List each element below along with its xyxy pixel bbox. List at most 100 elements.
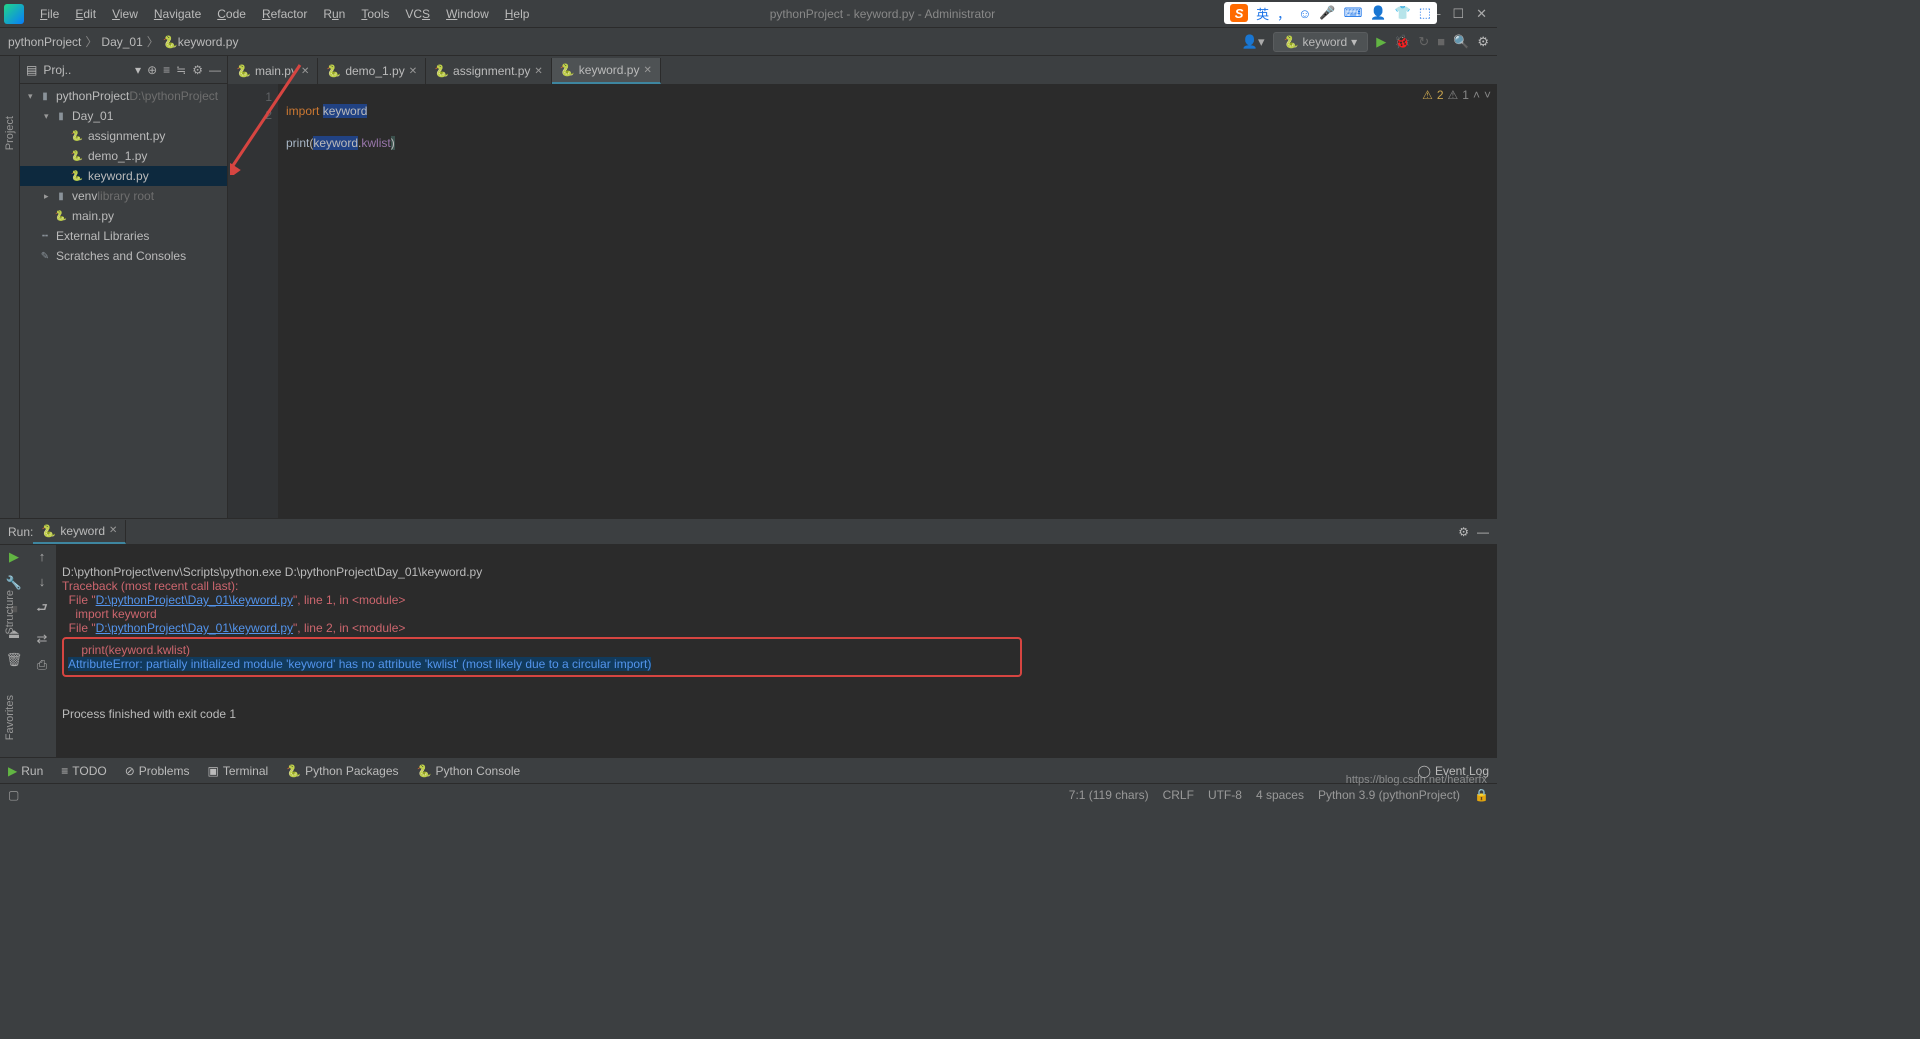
- favorites-tool-button[interactable]: Favorites: [4, 695, 16, 740]
- menu-code[interactable]: Code: [209, 5, 254, 23]
- run-button[interactable]: ▶: [1376, 34, 1386, 50]
- tree-item-pythonproject[interactable]: ▾▮pythonProject D:\pythonProject: [20, 86, 227, 106]
- lock-icon[interactable]: 🔒: [1474, 788, 1489, 802]
- tree-item-venv[interactable]: ▸▮venv library root: [20, 186, 227, 206]
- ime-keyboard-icon[interactable]: ⌨: [1344, 5, 1363, 21]
- status-widgets-icon[interactable]: ▢: [8, 788, 19, 802]
- gear-icon[interactable]: ⚙: [1458, 525, 1469, 539]
- close-icon[interactable]: ✕: [1476, 6, 1487, 22]
- ime-emoji-icon[interactable]: ☺: [1298, 6, 1311, 21]
- ime-toolbar[interactable]: S 英 ， ☺ 🎤 ⌨ 👤 👕 ⬚: [1224, 2, 1437, 24]
- menu-edit[interactable]: Edit: [67, 5, 104, 23]
- chevron-down-icon: ▾: [1351, 35, 1357, 49]
- close-icon[interactable]: ✕: [534, 66, 542, 77]
- close-icon[interactable]: ✕: [109, 525, 117, 536]
- tree-item-day_01[interactable]: ▾▮Day_01: [20, 106, 227, 126]
- editor-tab-demo_1-py[interactable]: 🐍demo_1.py✕: [318, 58, 426, 84]
- nav-up-icon[interactable]: ˄: [1473, 88, 1480, 102]
- debug-button[interactable]: 🐞: [1394, 34, 1410, 50]
- left-tool-stripe: Project Structure Favorites: [0, 56, 20, 518]
- print-icon[interactable]: ⎙: [37, 657, 47, 673]
- project-tool-button[interactable]: Project: [4, 116, 16, 150]
- problems-tool-tab[interactable]: ⊘Problems: [125, 764, 190, 778]
- run-label: Run:: [8, 525, 33, 539]
- editor-tab-main-py[interactable]: 🐍main.py✕: [228, 58, 318, 84]
- breadcrumb-file[interactable]: keyword.py: [178, 35, 239, 49]
- indent-setting[interactable]: 4 spaces: [1256, 788, 1304, 802]
- navigation-bar: pythonProject〉 Day_01〉 🐍 keyword.py 👤▾ 🐍…: [0, 28, 1497, 56]
- close-icon[interactable]: ✕: [643, 65, 651, 76]
- tree-item-scratches-and-consoles[interactable]: ✎Scratches and Consoles: [20, 246, 227, 266]
- ime-lang[interactable]: 英: [1256, 4, 1269, 23]
- tree-item-main-py[interactable]: 🐍main.py: [20, 206, 227, 226]
- stop-button[interactable]: ■: [1437, 34, 1445, 49]
- menu-navigate[interactable]: Navigate: [146, 5, 209, 23]
- softwrap-icon[interactable]: ⮐: [36, 599, 48, 621]
- menu-view[interactable]: View: [104, 5, 146, 23]
- maximize-icon[interactable]: ☐: [1452, 6, 1464, 22]
- weak-warning-count: 1: [1462, 88, 1469, 102]
- expand-icon[interactable]: ≡: [163, 63, 170, 77]
- run-tool-tab[interactable]: ▶Run: [8, 764, 43, 778]
- line-number: 2: [228, 106, 272, 124]
- coverage-icon[interactable]: ↻: [1418, 34, 1429, 50]
- ime-logo-icon: S: [1230, 4, 1248, 22]
- run-config-selector[interactable]: 🐍 keyword ▾: [1273, 32, 1369, 52]
- console-tool-tab[interactable]: 🐍Python Console: [417, 764, 521, 778]
- editor-tab-keyword-py[interactable]: 🐍keyword.py✕: [552, 58, 661, 84]
- collapse-icon[interactable]: ≒: [176, 63, 186, 77]
- nav-down-icon[interactable]: ˅: [1484, 88, 1491, 102]
- run-config-name: keyword: [1302, 35, 1347, 49]
- sidebar-title[interactable]: Proj..: [43, 63, 129, 77]
- close-icon[interactable]: ✕: [301, 66, 309, 77]
- terminal-tool-tab[interactable]: ▣Terminal: [207, 764, 268, 778]
- scroll-icon[interactable]: ⇄: [37, 631, 48, 647]
- error-line: AttributeError: partially initialized mo…: [68, 657, 651, 671]
- bottom-tool-bar: ▶Run ≡TODO ⊘Problems ▣Terminal 🐍Python P…: [0, 757, 1497, 783]
- file-encoding[interactable]: UTF-8: [1208, 788, 1242, 802]
- interpreter[interactable]: Python 3.9 (pythonProject): [1318, 788, 1460, 802]
- tree-item-demo_1-py[interactable]: 🐍demo_1.py: [20, 146, 227, 166]
- close-icon[interactable]: ✕: [409, 66, 417, 77]
- ime-skin-icon[interactable]: 👕: [1395, 5, 1411, 21]
- tree-item-assignment-py[interactable]: 🐍assignment.py: [20, 126, 227, 146]
- caret-position[interactable]: 7:1 (119 chars): [1069, 788, 1149, 802]
- line-separator[interactable]: CRLF: [1163, 788, 1194, 802]
- code-content[interactable]: import keyword print(keyword.kwlist): [278, 84, 1497, 518]
- project-tree[interactable]: ▾▮pythonProject D:\pythonProject▾▮Day_01…: [20, 84, 227, 268]
- up-icon[interactable]: ↑: [39, 549, 46, 564]
- ime-mic-icon[interactable]: 🎤: [1319, 5, 1335, 21]
- file-link[interactable]: D:\pythonProject\Day_01\keyword.py: [96, 621, 293, 635]
- run-tab[interactable]: 🐍 keyword ✕: [33, 520, 126, 544]
- menu-refactor[interactable]: Refactor: [254, 5, 315, 23]
- ime-grid-icon[interactable]: ⬚: [1419, 5, 1431, 21]
- menu-file[interactable]: File: [32, 5, 67, 23]
- breadcrumb-root[interactable]: pythonProject: [8, 35, 81, 49]
- hide-icon[interactable]: —: [209, 63, 221, 77]
- error-highlight-box: print(keyword.kwlist) AttributeError: pa…: [62, 637, 1022, 677]
- down-icon[interactable]: ↓: [39, 574, 46, 589]
- breadcrumb-folder[interactable]: Day_01: [101, 35, 142, 49]
- hide-icon[interactable]: —: [1477, 525, 1489, 539]
- console-output[interactable]: D:\pythonProject\venv\Scripts\python.exe…: [56, 545, 1497, 757]
- chevron-down-icon[interactable]: ▾: [135, 63, 141, 77]
- locate-icon[interactable]: ⊕: [147, 63, 157, 77]
- tree-item-external-libraries[interactable]: ╍External Libraries: [20, 226, 227, 246]
- trash-icon[interactable]: 🗑: [6, 652, 23, 668]
- todo-tool-tab[interactable]: ≡TODO: [61, 764, 106, 778]
- editor-tab-assignment-py[interactable]: 🐍assignment.py✕: [426, 58, 552, 84]
- settings-icon[interactable]: ⚙: [1477, 34, 1489, 50]
- search-icon[interactable]: 🔍: [1453, 34, 1469, 50]
- packages-tool-tab[interactable]: 🐍Python Packages: [286, 764, 398, 778]
- structure-tool-button[interactable]: Structure: [4, 590, 16, 635]
- ime-user-icon[interactable]: 👤: [1370, 5, 1386, 21]
- code-editor[interactable]: 1 2 import keyword print(keyword.kwlist)…: [228, 84, 1497, 518]
- user-icon[interactable]: 👤▾: [1242, 34, 1265, 50]
- gear-icon[interactable]: ⚙: [192, 63, 203, 77]
- wrench-icon[interactable]: 🔧: [6, 575, 22, 591]
- editor-inspection-badges[interactable]: ⚠2 ⚠1 ˄ ˅: [1422, 88, 1491, 102]
- ime-punct[interactable]: ，: [1277, 4, 1290, 23]
- file-link[interactable]: D:\pythonProject\Day_01\keyword.py: [96, 593, 293, 607]
- rerun-button[interactable]: ▶: [9, 549, 19, 565]
- tree-item-keyword-py[interactable]: 🐍keyword.py: [20, 166, 227, 186]
